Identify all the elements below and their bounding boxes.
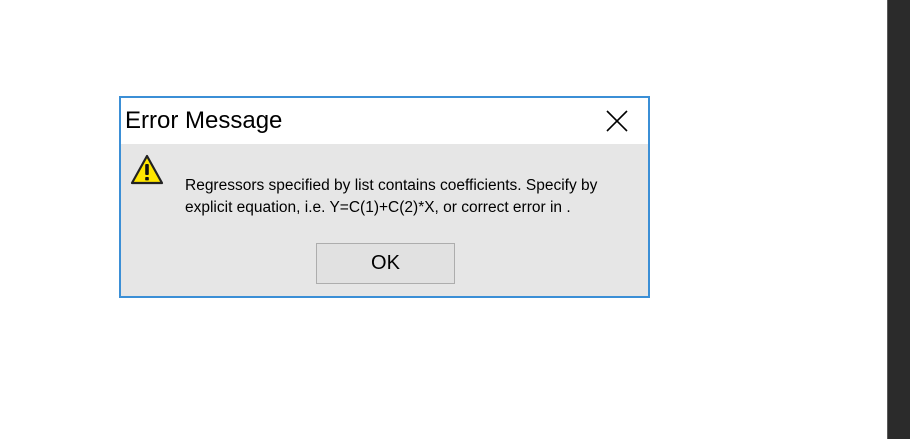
error-dialog: Error Message Regressors specified by li… bbox=[119, 96, 650, 298]
ok-button-label: OK bbox=[371, 252, 400, 274]
side-panel-strip bbox=[888, 0, 910, 439]
warning-icon bbox=[130, 154, 164, 186]
error-message-text: Regressors specified by list contains co… bbox=[185, 175, 645, 219]
message-line: Regressors specified by list contains co… bbox=[185, 177, 598, 194]
desktop-background: Error Message Regressors specified by li… bbox=[0, 0, 910, 439]
dialog-title: Error Message bbox=[125, 107, 283, 134]
close-button[interactable] bbox=[586, 98, 648, 144]
message-line: explicit equation, i.e. Y=C(1)+C(2)*X, o… bbox=[185, 199, 571, 216]
close-icon bbox=[606, 110, 628, 132]
ok-button[interactable]: OK bbox=[316, 243, 455, 284]
dialog-titlebar[interactable]: Error Message bbox=[121, 98, 648, 144]
